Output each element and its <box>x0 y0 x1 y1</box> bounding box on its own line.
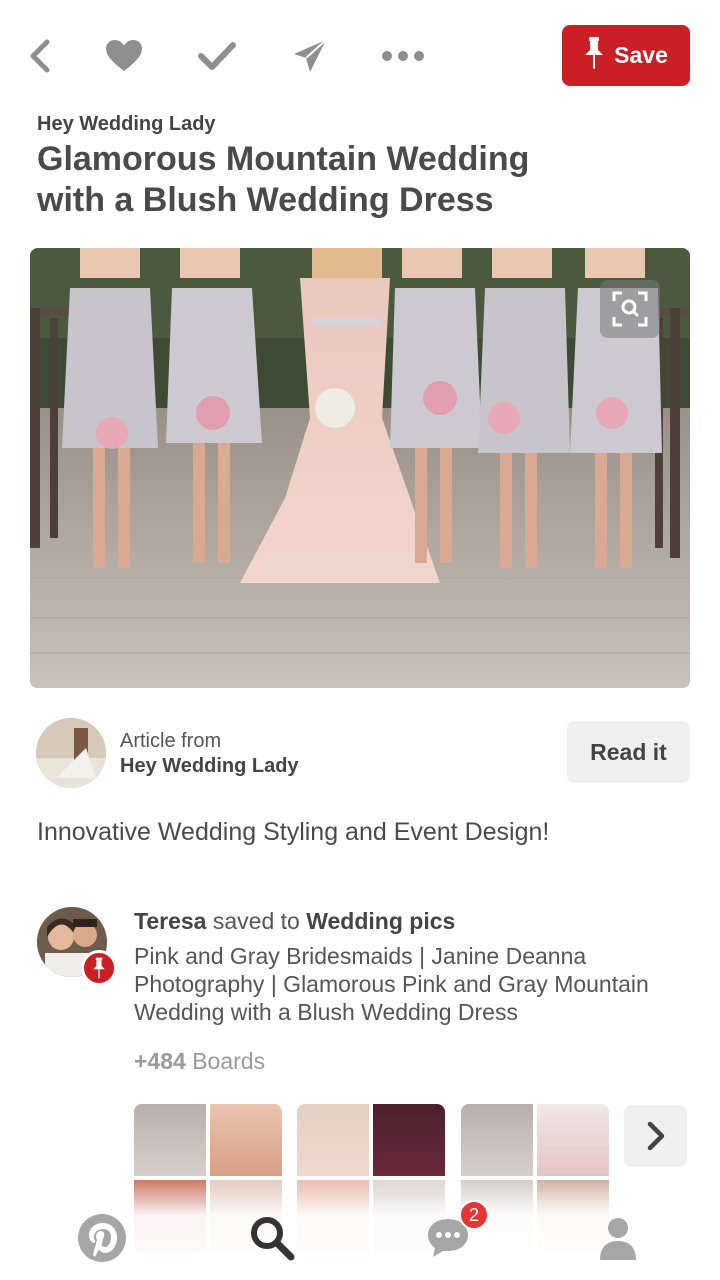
board-name[interactable]: Wedding pics <box>306 908 455 934</box>
pushpin-icon <box>93 957 105 979</box>
heart-icon[interactable] <box>100 32 148 80</box>
saver-description: Pink and Gray Bridesmaids | Janine Deann… <box>134 943 649 1025</box>
visual-search-icon <box>612 291 648 327</box>
visual-search-lens-button[interactable] <box>600 280 660 338</box>
saver-pin-badge <box>81 950 117 986</box>
article-from-label: Article from <box>120 730 222 752</box>
search-icon[interactable] <box>244 1210 300 1266</box>
chevron-right-icon <box>647 1121 664 1151</box>
pushpin-icon <box>584 36 604 75</box>
article-source-name[interactable]: Hey Wedding Lady <box>120 755 299 778</box>
saved-to-line: Teresa saved to Wedding pics <box>134 908 455 935</box>
saver-name[interactable]: Teresa <box>134 908 206 934</box>
pin-description: Innovative Wedding Styling and Event Des… <box>37 818 550 846</box>
saved-to-text: saved to <box>206 908 307 934</box>
send-icon[interactable] <box>286 32 334 80</box>
profile-icon[interactable] <box>590 1210 646 1266</box>
boards-next-button[interactable] <box>624 1105 687 1167</box>
top-toolbar: Save <box>0 0 720 110</box>
save-button[interactable]: Save <box>562 25 690 86</box>
boards-count-number: +484 <box>134 1048 186 1074</box>
pinterest-logo-icon[interactable] <box>74 1210 130 1266</box>
back-chevron-icon[interactable] <box>16 32 64 80</box>
pin-source-name[interactable]: Hey Wedding Lady <box>37 113 216 136</box>
checkmark-icon[interactable] <box>193 32 241 80</box>
article-source-avatar[interactable] <box>36 718 106 788</box>
save-label: Save <box>614 42 668 68</box>
read-it-button[interactable]: Read it <box>567 721 690 783</box>
pin-title: Glamorous Mountain Wedding with a Blush … <box>37 140 530 219</box>
notification-badge: 2 <box>459 1200 489 1230</box>
boards-count-label: Boards <box>185 1048 266 1074</box>
pin-photo[interactable] <box>30 248 690 688</box>
boards-count[interactable]: +484 Boards <box>134 1048 265 1075</box>
more-dots-icon[interactable] <box>379 32 427 80</box>
